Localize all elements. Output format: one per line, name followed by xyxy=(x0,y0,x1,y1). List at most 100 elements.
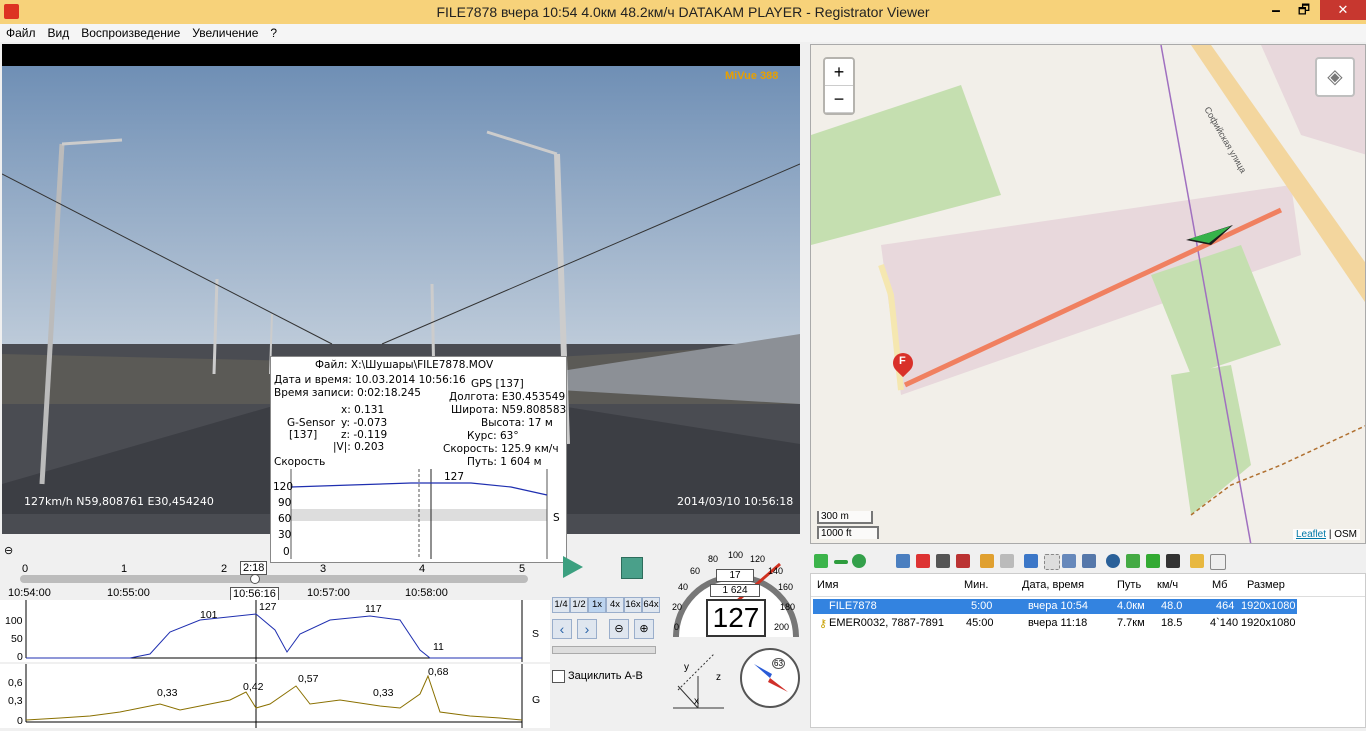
zoom-out-button[interactable]: − xyxy=(825,86,853,113)
timeline-tick: 4 xyxy=(419,563,426,575)
col-path[interactable]: Путь xyxy=(1117,579,1141,591)
save-icon[interactable] xyxy=(936,554,950,568)
gauge-tick: 0 xyxy=(674,622,680,632)
maximize-button[interactable]: 🗗 xyxy=(1290,0,1318,20)
row-min: 5:00 xyxy=(971,600,993,612)
scale-feet: 1000 ft xyxy=(817,526,879,539)
select-icon[interactable] xyxy=(1044,554,1060,570)
speed-64x-button[interactable]: 64x xyxy=(642,597,660,613)
table-row[interactable]: FILE7878 5:00 вчера 10:54 4.0км 48.0 464… xyxy=(813,599,1297,614)
menu-zoom[interactable]: Увеличение xyxy=(186,24,264,42)
speed-ytick: 100 xyxy=(5,615,23,627)
speed-label: 101 xyxy=(200,609,218,621)
film-icon[interactable] xyxy=(1166,554,1180,568)
zoom-out-video-icon[interactable]: ⊖ xyxy=(609,619,629,639)
speed-quarter-button[interactable]: 1/4 xyxy=(552,597,570,613)
gsensor-graph[interactable]: 0,6 0,3 0 0,33 0,42 0,57 0,33 0,68 G xyxy=(0,664,550,728)
table-row[interactable]: ⚷ EMER0032, 7887-7891 45:00 вчера 11:18 … xyxy=(813,616,1297,631)
speed-ytick: 0 xyxy=(17,651,23,663)
g-label: 0,68 xyxy=(428,666,449,678)
zoom-in-button[interactable]: + xyxy=(825,59,853,86)
row-path: 4.0км xyxy=(1117,600,1145,612)
close-button[interactable]: ✕ xyxy=(1320,0,1366,20)
col-date[interactable]: Дата, время xyxy=(1022,579,1084,591)
info-ytick: 90 xyxy=(278,497,292,509)
col-speed[interactable]: км/ч xyxy=(1157,579,1178,591)
info-popup: Файл: X:\Шушары\FILE7878.MOV Дата и врем… xyxy=(270,356,567,563)
document-icon[interactable] xyxy=(1210,554,1226,570)
new-window-icon[interactable] xyxy=(1024,554,1038,568)
chart-icon[interactable] xyxy=(1146,554,1160,568)
gauge-speed-value: 127 xyxy=(706,599,766,637)
col-name[interactable]: Имя xyxy=(817,579,838,591)
speed-16x-button[interactable]: 16x xyxy=(624,597,642,613)
gauge-tick: 160 xyxy=(778,582,794,592)
key-icon[interactable] xyxy=(980,554,994,568)
row-min: 45:00 xyxy=(966,617,994,629)
info-datetime: Дата и время: 10.03.2014 10:56:16 xyxy=(274,374,466,386)
g-axis-label: G xyxy=(532,694,541,706)
export-icon[interactable] xyxy=(956,554,970,568)
globe-icon[interactable] xyxy=(1106,554,1120,568)
add-icon[interactable] xyxy=(814,554,828,568)
scrubber-handle[interactable] xyxy=(250,574,260,584)
folder-icon[interactable] xyxy=(1190,554,1204,568)
sync-icon[interactable] xyxy=(1082,554,1096,568)
play-button-icon[interactable] xyxy=(563,556,583,578)
menu-help[interactable]: ? xyxy=(264,24,283,42)
g-label: 0,33 xyxy=(373,687,394,699)
zoom-in-video-icon[interactable]: ⊕ xyxy=(634,619,654,639)
speed-half-button[interactable]: 1/2 xyxy=(570,597,588,613)
scale-meters: 300 m xyxy=(817,511,873,524)
file-list[interactable]: Имя Мин. Дата, время Путь км/ч Мб Размер… xyxy=(810,573,1366,728)
windows-icon[interactable] xyxy=(1062,554,1076,568)
menu-playback[interactable]: Воспроизведение xyxy=(75,24,186,42)
next-frame-icon[interactable]: › xyxy=(577,619,597,639)
refresh-icon[interactable] xyxy=(852,554,866,568)
info-gz: z: -0.119 xyxy=(341,429,388,441)
info-chart-axis: S xyxy=(553,512,560,524)
info-rec-time: Время записи: 0:02:18.245 xyxy=(274,387,421,399)
current-time-label: 10:56:16 xyxy=(230,587,279,601)
speed-label: 127 xyxy=(259,601,277,613)
info-speed: Скорость: 125.9 км/ч xyxy=(443,443,559,455)
layers-icon[interactable]: ◈ xyxy=(1315,57,1355,97)
speed-ytick: 50 xyxy=(11,633,23,645)
col-min[interactable]: Мин. xyxy=(964,579,988,591)
file-toolbar xyxy=(810,552,1366,572)
volume-slider[interactable] xyxy=(552,646,656,654)
gauge-tick: 200 xyxy=(774,622,790,632)
delete-icon[interactable] xyxy=(916,554,930,568)
compass-needle xyxy=(754,664,788,692)
leaflet-link[interactable]: Leaflet xyxy=(1296,529,1326,540)
info-gx: x: 0.131 xyxy=(341,404,385,416)
timeline-tick: 5 xyxy=(519,563,526,575)
info-ytick: 0 xyxy=(283,546,290,558)
gauge-tick: 20 xyxy=(672,602,683,612)
col-mb[interactable]: Мб xyxy=(1212,579,1227,591)
speed-1x-button[interactable]: 1x xyxy=(588,597,606,613)
loop-checkbox[interactable] xyxy=(552,670,565,683)
time-label: 10:54:00 xyxy=(8,587,51,599)
menu-view[interactable]: Вид xyxy=(42,24,76,42)
stop-button-icon[interactable] xyxy=(621,557,643,579)
timeline-scrubber[interactable] xyxy=(20,575,528,583)
cut-icon[interactable] xyxy=(1000,554,1014,568)
menu-file[interactable]: Файл xyxy=(0,24,42,42)
row-size: 1920x1080 xyxy=(1241,617,1296,629)
camera-brand: MiVue 388 xyxy=(725,70,779,82)
map-icon[interactable] xyxy=(1126,554,1140,568)
timeline-tick: 0 xyxy=(22,563,29,575)
gauge-tick: 120 xyxy=(750,554,766,564)
speed-graph[interactable]: 100 50 0 101 127 117 11 S xyxy=(0,600,550,663)
copy-icon[interactable] xyxy=(896,554,910,568)
prev-frame-icon[interactable]: ‹ xyxy=(552,619,572,639)
remove-icon[interactable] xyxy=(834,560,848,564)
col-size[interactable]: Размер xyxy=(1247,579,1285,591)
row-speed: 48.0 xyxy=(1161,600,1183,612)
speed-4x-button[interactable]: 4x xyxy=(606,597,624,613)
zoom-out-timeline-icon[interactable]: ⊖ xyxy=(4,544,13,557)
map-view[interactable]: + − ◈ Софийская улица F 300 m 1000 ft Le… xyxy=(810,44,1366,544)
row-size: 1920x1080 xyxy=(1241,600,1296,612)
minimize-button[interactable]: 🗕 xyxy=(1262,0,1290,20)
